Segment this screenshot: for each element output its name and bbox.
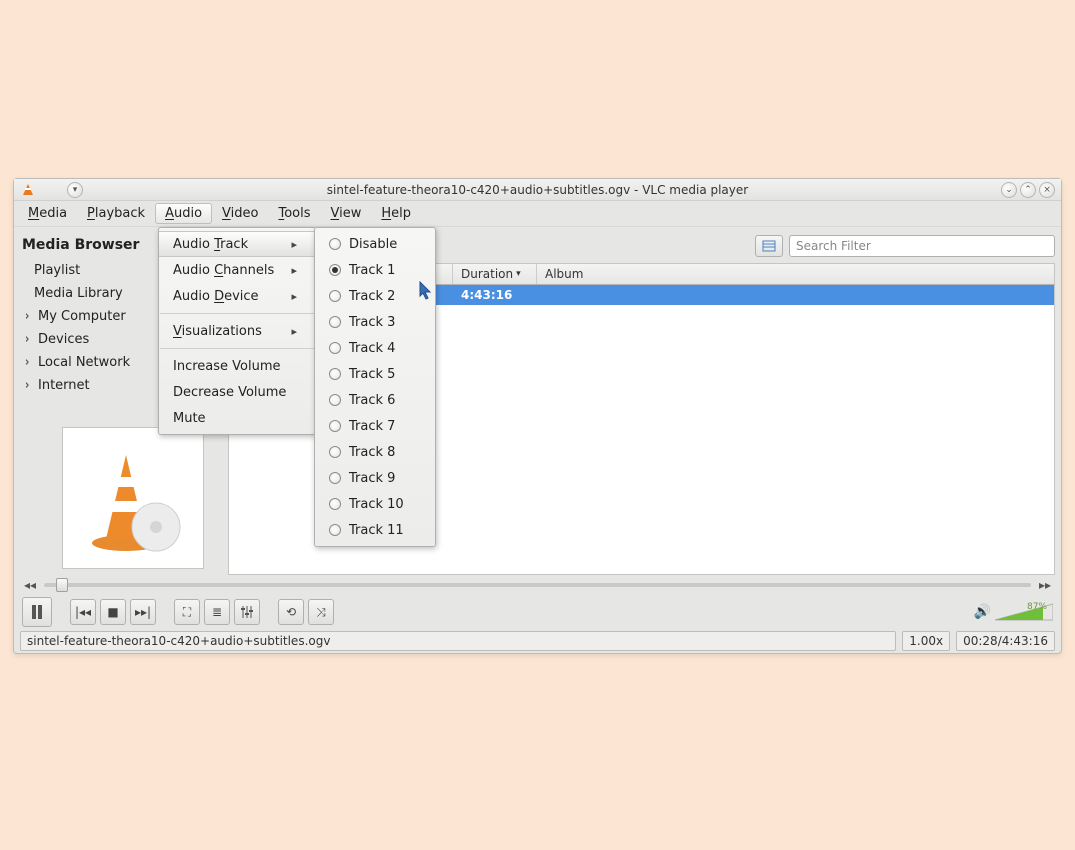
- menu-view[interactable]: View: [321, 203, 372, 224]
- content-area: Media Browser PlaylistMedia LibraryMy Co…: [14, 227, 1061, 575]
- minimize-button[interactable]: ⌄: [1001, 182, 1017, 198]
- vlc-window: ▾ sintel-feature-theora10-c420+audio+sub…: [13, 178, 1062, 654]
- track-menu-track-11[interactable]: Track 11: [315, 517, 435, 543]
- track-menu-track-3[interactable]: Track 3: [315, 309, 435, 335]
- menubar: MediaPlaybackAudioVideoToolsViewHelp: [14, 201, 1061, 227]
- menu-media[interactable]: Media: [18, 203, 77, 224]
- volume-slider[interactable]: 87%: [995, 602, 1053, 622]
- track-menu-disable[interactable]: Disable: [315, 231, 435, 257]
- album-art: [62, 427, 204, 569]
- vlc-cone-icon: [20, 182, 36, 198]
- maximize-button[interactable]: ⌃: [1020, 182, 1036, 198]
- volume-percent: 87%: [1027, 602, 1047, 612]
- track-menu-track-6[interactable]: Track 6: [315, 387, 435, 413]
- audio-menu-audio-track[interactable]: Audio Track▸: [159, 231, 315, 257]
- menu-help[interactable]: Help: [371, 203, 421, 224]
- track-menu-track-10[interactable]: Track 10: [315, 491, 435, 517]
- audio-menu-decrease-volume[interactable]: Decrease Volume: [159, 379, 315, 405]
- seek-thumb[interactable]: [56, 578, 68, 592]
- close-button[interactable]: ×: [1039, 182, 1055, 198]
- audio-menu-audio-channels[interactable]: Audio Channels▸: [159, 257, 315, 283]
- track-menu-track-4[interactable]: Track 4: [315, 335, 435, 361]
- pause-button[interactable]: [22, 597, 52, 627]
- status-filename: sintel-feature-theora10-c420+audio+subti…: [20, 631, 896, 651]
- audio-menu-mute[interactable]: Mute: [159, 405, 315, 431]
- menu-tools[interactable]: Tools: [268, 203, 320, 224]
- loop-button[interactable]: ⟲: [278, 599, 304, 625]
- window-menu-button[interactable]: ▾: [67, 182, 83, 198]
- shuffle-button[interactable]: ⤨: [308, 599, 334, 625]
- vlc-cone-art-icon: [78, 443, 188, 553]
- prev-button[interactable]: |◂◂: [70, 599, 96, 625]
- audio-menu-visualizations[interactable]: Visualizations▸: [159, 318, 315, 344]
- seek-track[interactable]: [44, 583, 1031, 587]
- audio-menu-increase-volume[interactable]: Increase Volume: [159, 353, 315, 379]
- playlist-button[interactable]: ≣: [204, 599, 230, 625]
- col-duration[interactable]: Duration▾: [453, 264, 537, 284]
- track-menu-track-7[interactable]: Track 7: [315, 413, 435, 439]
- window-title: sintel-feature-theora10-c420+audio+subti…: [14, 183, 1061, 197]
- status-speed[interactable]: 1.00x: [902, 631, 950, 651]
- next-button[interactable]: ▸▸|: [130, 599, 156, 625]
- menu-playback[interactable]: Playback: [77, 203, 155, 224]
- track-menu-track-8[interactable]: Track 8: [315, 439, 435, 465]
- speaker-icon[interactable]: 🔊: [974, 604, 991, 620]
- transport-controls: |◂◂ ■ ▸▸| ⛶ ≣ ⟲ ⤨ 🔊 87%: [14, 595, 1061, 629]
- audio-menu-audio-device[interactable]: Audio Device▸: [159, 283, 315, 309]
- view-mode-button[interactable]: [755, 235, 783, 257]
- seek-back-icon[interactable]: ◂◂: [24, 578, 36, 592]
- menu-video[interactable]: Video: [212, 203, 268, 224]
- menu-audio[interactable]: Audio: [155, 203, 212, 224]
- audio-menu: Audio Track▸Audio Channels▸Audio Device▸…: [158, 227, 316, 435]
- statusbar: sintel-feature-theora10-c420+audio+subti…: [14, 629, 1061, 653]
- seek-fwd-icon[interactable]: ▸▸: [1039, 578, 1051, 592]
- equalizer-button[interactable]: [234, 599, 260, 625]
- col-album[interactable]: Album: [537, 264, 1054, 284]
- track-menu-track-1[interactable]: Track 1: [315, 257, 435, 283]
- cursor-icon: [419, 281, 433, 301]
- audio-track-submenu: DisableTrack 1Track 2Track 3Track 4Track…: [314, 227, 436, 547]
- track-menu-track-2[interactable]: Track 2: [315, 283, 435, 309]
- search-input[interactable]: Search Filter: [789, 235, 1055, 257]
- status-time[interactable]: 00:28/4:43:16: [956, 631, 1055, 651]
- titlebar: ▾ sintel-feature-theora10-c420+audio+sub…: [14, 179, 1061, 201]
- seekbar: ◂◂ ▸▸: [14, 575, 1061, 595]
- stop-button[interactable]: ■: [100, 599, 126, 625]
- fullscreen-button[interactable]: ⛶: [174, 599, 200, 625]
- track-menu-track-5[interactable]: Track 5: [315, 361, 435, 387]
- track-menu-track-9[interactable]: Track 9: [315, 465, 435, 491]
